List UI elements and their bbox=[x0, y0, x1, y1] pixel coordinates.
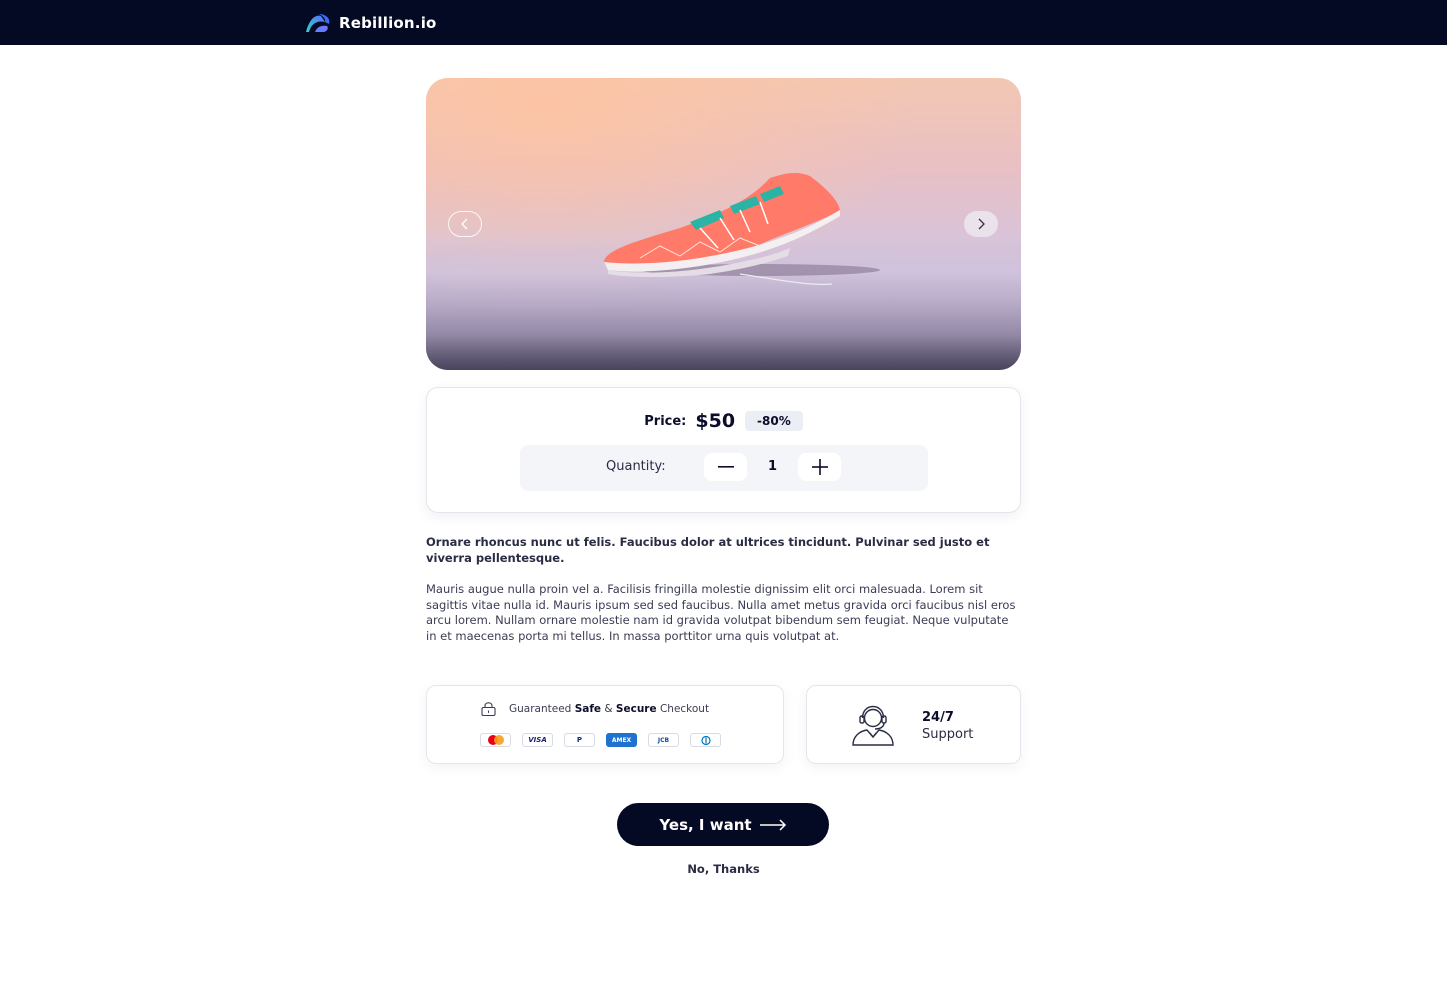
amex-icon: AMEX bbox=[606, 733, 637, 747]
arrow-right-icon bbox=[759, 818, 787, 831]
plus-icon bbox=[811, 459, 828, 475]
carousel-next-button[interactable] bbox=[964, 211, 998, 237]
quantity-increment-button[interactable] bbox=[798, 453, 841, 481]
checkout-amp: & bbox=[604, 703, 613, 715]
product-description-lead: Ornare rhoncus nunc ut felis. Faucibus d… bbox=[426, 535, 990, 565]
secure-checkout-card: Guaranteed Safe & Secure Checkout VISA P… bbox=[426, 685, 784, 764]
diners-club-icon bbox=[690, 733, 721, 747]
minus-icon bbox=[717, 466, 734, 468]
secure-checkout-text: Guaranteed Safe & Secure Checkout bbox=[481, 702, 709, 716]
price-value: $50 bbox=[695, 410, 736, 432]
checkout-prefix: Guaranteed bbox=[509, 703, 572, 715]
payment-methods: VISA P AMEX JCB bbox=[480, 733, 732, 747]
quantity-selector: Quantity: 1 bbox=[520, 445, 928, 491]
chevron-left-icon bbox=[461, 218, 468, 230]
checkout-suffix: Checkout bbox=[659, 703, 710, 715]
discount-badge: -80% bbox=[745, 411, 803, 431]
price-card: Price: $50 -80% Quantity: 1 bbox=[426, 387, 1021, 513]
visa-icon: VISA bbox=[522, 733, 553, 747]
support-subtitle: Support bbox=[922, 727, 974, 742]
chevron-right-icon bbox=[978, 218, 985, 230]
price-label: Price: bbox=[644, 413, 687, 429]
top-navbar: Rebillion.io bbox=[0, 0, 1447, 45]
sneaker-product-image bbox=[604, 172, 880, 285]
carousel-prev-button[interactable] bbox=[448, 211, 482, 237]
headset-agent-icon bbox=[852, 705, 894, 746]
lock-icon bbox=[481, 702, 496, 716]
paypal-icon: P bbox=[564, 733, 595, 747]
checkout-secure: Secure bbox=[615, 703, 657, 715]
quantity-value: 1 bbox=[768, 459, 778, 474]
accept-offer-button[interactable]: Yes, I want bbox=[617, 803, 829, 846]
price-row: Price: $50 -80% bbox=[427, 410, 1020, 432]
brand-name: Rebillion.io bbox=[339, 14, 437, 32]
accept-offer-label: Yes, I want bbox=[659, 815, 752, 834]
quantity-label: Quantity: bbox=[606, 459, 666, 474]
product-description-body: Mauris augue nulla proin vel a. Facilisi… bbox=[426, 582, 1016, 644]
support-title: 24/7 bbox=[922, 710, 954, 725]
support-card: 24/7 Support bbox=[806, 685, 1021, 764]
quantity-decrement-button[interactable] bbox=[704, 453, 747, 481]
brand-logo[interactable]: Rebillion.io bbox=[305, 12, 437, 34]
jcb-icon: JCB bbox=[648, 733, 679, 747]
rebillion-logo-icon bbox=[306, 14, 330, 33]
checkout-safe: Safe bbox=[574, 703, 602, 715]
decline-offer-link[interactable]: No, Thanks bbox=[0, 862, 1447, 876]
mastercard-icon bbox=[480, 733, 511, 747]
